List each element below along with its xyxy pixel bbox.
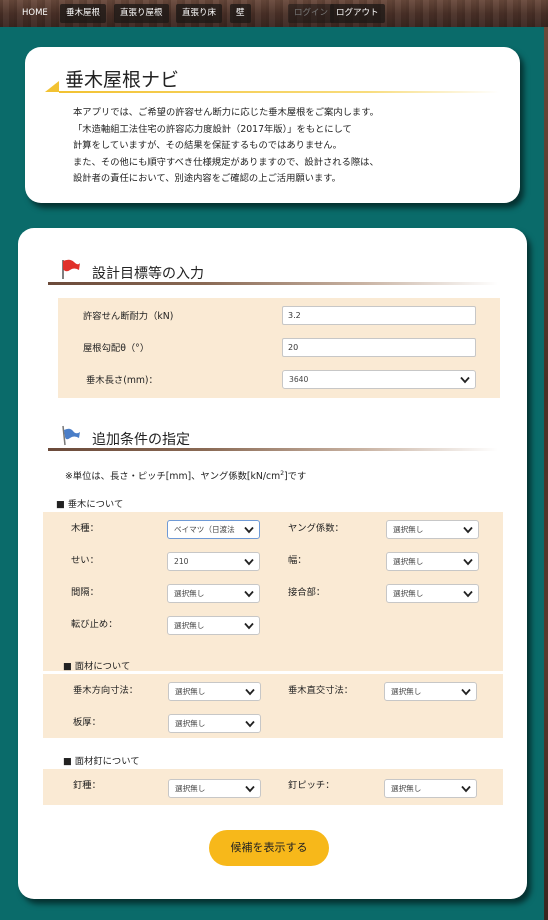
top-nav: HOME 垂木屋根 直張り屋根 直張り床 壁 ログイン ログアウト [0,0,548,27]
intro-line: また、その他にも順守すべき仕様規定がありますので、設計される際は、 [73,156,379,168]
nav-direct-floor[interactable]: 直張り床 [176,4,223,23]
length-label: 垂木長さ(mm)： [86,375,158,386]
dir-label: 垂木方向寸法： [73,685,139,696]
chevron-down-icon [463,558,473,566]
height-select[interactable]: 210 [167,552,260,571]
blue-flag-icon [62,425,80,446]
stop-label: 転び止め： [71,619,118,630]
joint-select[interactable]: 選択無し [386,584,479,603]
height-select-value: 210 [174,557,189,566]
board-panel: 垂木方向寸法： 選択無し 垂木直交寸法： 選択無し 板厚： 選択無し [43,674,503,738]
slope-input[interactable]: 20 [282,338,476,357]
nav-home[interactable]: HOME [16,4,54,23]
stop-select-value: 選択無し [174,621,205,630]
nail-pitch-select-value: 選択無し [391,784,422,793]
cross-label: 垂木直交寸法： [288,685,354,696]
thick-select-value: 選択無し [175,719,206,728]
unit-note: ※単位は、長さ・ピッチ[mm]、ヤング係数[kN/cm2]です [65,468,306,482]
spacing-label: 間隔： [71,587,99,598]
board-subsection-title: ■ 面材について [63,661,131,672]
nail-type-label: 釘種： [73,780,101,791]
intro-card: 垂木屋根ナビ 本アプリでは、ご希望の許容せん断力に応じた垂木屋根をご案内します。… [25,47,520,203]
rafter-panel: 木種： ベイマツ（日渡法 ヤング係数： 選択無し せい： 210 幅： 選択無し… [43,512,503,671]
chevron-down-icon [244,526,254,534]
width-label: 幅： [288,555,307,566]
nail-type-select[interactable]: 選択無し [168,779,261,798]
cross-select[interactable]: 選択無し [384,682,477,701]
spacing-select[interactable]: 選択無し [167,584,260,603]
nav-logout[interactable]: ログアウト [330,4,385,23]
young-select[interactable]: 選択無し [386,520,479,539]
chevron-down-icon [461,688,471,696]
unit-note-suffix: ]です [284,471,307,482]
chevron-down-icon [245,720,255,728]
width-select-value: 選択無し [393,557,424,566]
intro-title-block: 垂木屋根ナビ [45,65,505,95]
spacing-select-value: 選択無し [174,589,205,598]
title-accent-triangle [45,81,59,92]
design-section-underline [48,282,498,285]
extra-section-underline [48,448,498,451]
intro-text: 本アプリでは、ご希望の許容せん断力に応じた垂木屋根をご案内します。 「木造軸組工… [73,105,513,188]
chevron-down-icon [461,785,471,793]
species-select[interactable]: ベイマツ（日渡法 [167,520,260,539]
nail-pitch-label: 釘ピッチ： [288,780,335,791]
design-section-title: 設計目標等の入力 [92,266,204,282]
chevron-down-icon [244,590,254,598]
extra-section-title: 追加条件の指定 [92,432,190,448]
shear-label: 許容せん断耐力（kN) [83,311,174,322]
red-flag-icon [62,259,80,279]
nail-subsection-title: ■ 面材釘について [63,756,140,767]
length-select-value: 3640 [289,375,309,384]
nav-wall[interactable]: 壁 [230,4,251,23]
stop-select[interactable]: 選択無し [167,616,260,635]
chevron-down-icon [460,376,470,384]
joint-select-value: 選択無し [393,589,424,598]
chevron-down-icon [463,526,473,534]
species-label: 木種： [71,523,99,534]
nav-login[interactable]: ログイン [288,4,335,23]
species-select-value: ベイマツ（日渡法 [174,525,235,534]
nav-direct-roof[interactable]: 直張り屋根 [114,4,169,23]
height-label: せい： [71,555,99,566]
joint-label: 接合部： [288,587,326,598]
form-card: 設計目標等の入力 許容せん断耐力（kN) 3.2 屋根勾配θ（°） 20 垂木長… [18,228,527,899]
slope-label: 屋根勾配θ（°） [83,343,150,354]
wood-edge [544,27,548,920]
design-section-heading: 設計目標等の入力 [48,258,518,286]
show-candidates-button[interactable]: 候補を表示する [209,830,329,866]
dir-select[interactable]: 選択無し [168,682,261,701]
dir-select-value: 選択無し [175,687,206,696]
extra-section-heading: 追加条件の指定 [48,424,518,452]
length-select[interactable]: 3640 [282,370,476,389]
rafter-subsection-title: ■ 垂木について [56,499,124,510]
page-title: 垂木屋根ナビ [65,69,180,91]
intro-line: 計算をしていますが、その結果を保証するものではありません。 [73,140,342,152]
young-select-value: 選択無し [393,525,424,534]
nail-panel: 釘種： 選択無し 釘ピッチ： 選択無し [43,769,503,805]
thick-select[interactable]: 選択無し [168,714,261,733]
chevron-down-icon [245,688,255,696]
chevron-down-icon [244,558,254,566]
cross-select-value: 選択無し [391,687,422,696]
chevron-down-icon [245,785,255,793]
intro-line: 「木造軸組工法住宅の許容応力度設計（2017年版）」をもとにして [73,123,352,135]
thick-label: 板厚： [73,717,101,728]
nav-rafter-roof[interactable]: 垂木屋根 [60,4,107,23]
unit-note-prefix: ※単位は、長さ・ピッチ[mm]、ヤング係数[kN/cm [65,471,281,482]
shear-input[interactable]: 3.2 [282,306,476,325]
design-panel: 許容せん断耐力（kN) 3.2 屋根勾配θ（°） 20 垂木長さ(mm)： 36… [58,298,500,398]
chevron-down-icon [244,622,254,630]
chevron-down-icon [463,590,473,598]
young-label: ヤング係数： [288,523,344,534]
intro-line: 本アプリでは、ご希望の許容せん断力に応じた垂木屋根をご案内します。 [73,107,379,118]
intro-line: 設計者の責任において、別途内容をご確認の上ご活用願います。 [73,173,341,185]
nail-type-select-value: 選択無し [175,784,206,793]
nail-pitch-select[interactable]: 選択無し [384,779,477,798]
width-select[interactable]: 選択無し [386,552,479,571]
